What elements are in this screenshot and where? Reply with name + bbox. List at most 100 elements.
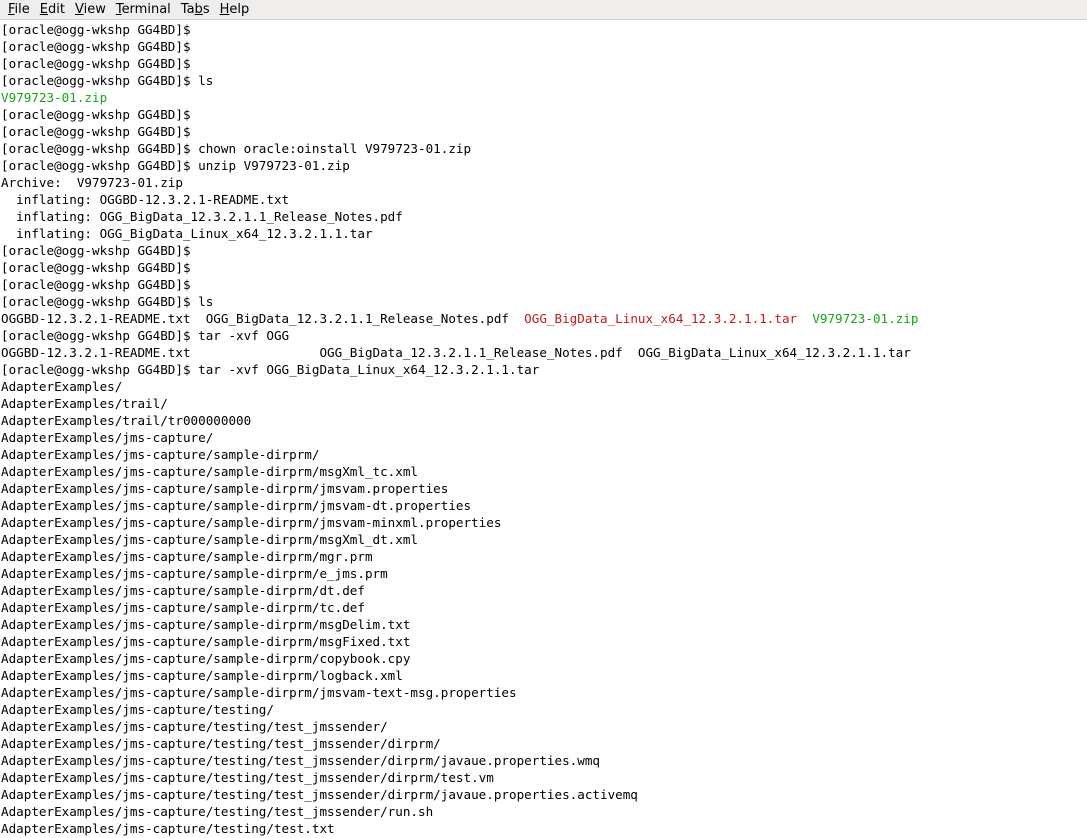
terminal-text: AdapterExamples/jms-capture/sample-dirpr… <box>1 549 373 564</box>
terminal-line: [oracle@ogg-wkshp GG4BD]$ <box>1 259 1087 276</box>
terminal-line: AdapterExamples/jms-capture/testing/test… <box>1 786 1087 803</box>
terminal-text: [oracle@ogg-wkshp GG4BD]$ ls <box>1 294 214 309</box>
terminal-line: AdapterExamples/jms-capture/sample-dirpr… <box>1 633 1087 650</box>
terminal-line: AdapterExamples/jms-capture/sample-dirpr… <box>1 480 1087 497</box>
terminal-line: AdapterExamples/jms-capture/testing/test… <box>1 735 1087 752</box>
menu-label-part: iew <box>83 1 106 17</box>
terminal-text: AdapterExamples/jms-capture/testing/test… <box>1 736 441 751</box>
menu-view[interactable]: View <box>70 1 111 19</box>
terminal-text: [oracle@ogg-wkshp GG4BD]$ <box>1 277 199 292</box>
terminal-line: AdapterExamples/jms-capture/sample-dirpr… <box>1 497 1087 514</box>
terminal-text: [oracle@ogg-wkshp GG4BD]$ <box>1 243 199 258</box>
terminal-text: AdapterExamples/trail/tr000000000 <box>1 413 252 428</box>
menu-label-part: ile <box>14 1 30 17</box>
terminal-line: AdapterExamples/jms-capture/sample-dirpr… <box>1 599 1087 616</box>
terminal-text: inflating: OGGBD-12.3.2.1-README.txt <box>1 192 290 207</box>
terminal-text: AdapterExamples/jms-capture/sample-dirpr… <box>1 634 411 649</box>
menu-label-part: elp <box>229 1 250 17</box>
terminal-text: AdapterExamples/jms-capture/testing/test… <box>1 787 638 802</box>
file-name: V979723-01.zip <box>1 90 108 105</box>
file-name: V979723-01.zip <box>812 311 919 326</box>
terminal-line: V979723-01.zip <box>1 89 1087 106</box>
terminal-text: AdapterExamples/jms-capture/testing/test… <box>1 770 494 785</box>
terminal-line: AdapterExamples/jms-capture/sample-dirpr… <box>1 531 1087 548</box>
terminal-line: AdapterExamples/jms-capture/sample-dirpr… <box>1 582 1087 599</box>
terminal-text: AdapterExamples/jms-capture/sample-dirpr… <box>1 668 403 683</box>
terminal-line: AdapterExamples/jms-capture/sample-dirpr… <box>1 463 1087 480</box>
terminal-text: AdapterExamples/jms-capture/testing/test… <box>1 804 434 819</box>
terminal-text: Archive: V979723-01.zip <box>1 175 183 190</box>
terminal-text: AdapterExamples/jms-capture/sample-dirpr… <box>1 583 365 598</box>
terminal-line: AdapterExamples/ <box>1 378 1087 395</box>
terminal-text: [oracle@ogg-wkshp GG4BD]$ <box>1 22 199 37</box>
terminal-text: inflating: OGG_BigData_Linux_x64_12.3.2.… <box>1 226 373 241</box>
terminal-text: AdapterExamples/jms-capture/sample-dirpr… <box>1 532 419 547</box>
terminal-text: [oracle@ogg-wkshp GG4BD]$ <box>1 56 199 71</box>
terminal-text: [oracle@ogg-wkshp GG4BD]$ chown oracle:o… <box>1 141 472 156</box>
terminal-text: AdapterExamples/jms-capture/sample-dirpr… <box>1 464 419 479</box>
terminal-text: AdapterExamples/jms-capture/sample-dirpr… <box>1 685 517 700</box>
terminal-line: AdapterExamples/jms-capture/sample-dirpr… <box>1 565 1087 582</box>
menu-edit[interactable]: Edit <box>35 1 70 19</box>
terminal-line: inflating: OGGBD-12.3.2.1-README.txt <box>1 191 1087 208</box>
terminal-text: AdapterExamples/ <box>1 379 123 394</box>
terminal-text: AdapterExamples/trail/ <box>1 396 168 411</box>
menu-terminal[interactable]: Terminal <box>111 1 176 19</box>
terminal-line: AdapterExamples/jms-capture/sample-dirpr… <box>1 548 1087 565</box>
terminal-line: AdapterExamples/jms-capture/testing/test… <box>1 752 1087 769</box>
terminal-line: [oracle@ogg-wkshp GG4BD]$ <box>1 21 1087 38</box>
terminal-text: [oracle@ogg-wkshp GG4BD]$ ls <box>1 73 214 88</box>
menu-label-part: erminal <box>121 1 171 17</box>
menu-help[interactable]: Help <box>215 1 255 19</box>
terminal-text: AdapterExamples/jms-capture/sample-dirpr… <box>1 447 320 462</box>
terminal-line: AdapterExamples/jms-capture/testing/test… <box>1 820 1087 837</box>
terminal-text: [oracle@ogg-wkshp GG4BD]$ tar -xvf OGG_B… <box>1 362 540 377</box>
terminal-line: Archive: V979723-01.zip <box>1 174 1087 191</box>
terminal-text: AdapterExamples/jms-capture/ <box>1 430 214 445</box>
terminal-line: [oracle@ogg-wkshp GG4BD]$ tar -xvf OGG_B… <box>1 361 1087 378</box>
terminal-line: AdapterExamples/jms-capture/sample-dirpr… <box>1 684 1087 701</box>
terminal-line: [oracle@ogg-wkshp GG4BD]$ <box>1 123 1087 140</box>
terminal-line: AdapterExamples/jms-capture/ <box>1 429 1087 446</box>
terminal-text: AdapterExamples/jms-capture/sample-dirpr… <box>1 600 365 615</box>
terminal-line: AdapterExamples/trail/tr000000000 <box>1 412 1087 429</box>
terminal-line: OGGBD-12.3.2.1-README.txt OGG_BigData_12… <box>1 310 1087 327</box>
terminal-text: AdapterExamples/jms-capture/sample-dirpr… <box>1 566 388 581</box>
terminal-text: OGGBD-12.3.2.1-README.txt OGG_BigData_12… <box>1 345 911 360</box>
menu-mnemonic: V <box>74 1 84 17</box>
terminal-line: AdapterExamples/jms-capture/testing/ <box>1 701 1087 718</box>
terminal-line: inflating: OGG_BigData_12.3.2.1.1_Releas… <box>1 208 1087 225</box>
terminal-line: AdapterExamples/jms-capture/testing/test… <box>1 803 1087 820</box>
terminal-text: AdapterExamples/jms-capture/testing/test… <box>1 753 600 768</box>
terminal-line: [oracle@ogg-wkshp GG4BD]$ ls <box>1 293 1087 310</box>
terminal-line: AdapterExamples/jms-capture/sample-dirpr… <box>1 514 1087 531</box>
menu-bar: File Edit View Terminal Tabs Help <box>0 0 1087 20</box>
terminal-line: [oracle@ogg-wkshp GG4BD]$ <box>1 106 1087 123</box>
terminal-line: [oracle@ogg-wkshp GG4BD]$ <box>1 242 1087 259</box>
terminal-text: AdapterExamples/jms-capture/sample-dirpr… <box>1 651 411 666</box>
terminal-line: AdapterExamples/jms-capture/sample-dirpr… <box>1 446 1087 463</box>
terminal-text: AdapterExamples/jms-capture/sample-dirpr… <box>1 498 472 513</box>
terminal-output[interactable]: [oracle@ogg-wkshp GG4BD]$ [oracle@ogg-wk… <box>1 21 1087 838</box>
terminal-line: [oracle@ogg-wkshp GG4BD]$ <box>1 38 1087 55</box>
terminal-text: inflating: OGG_BigData_12.3.2.1.1_Releas… <box>1 209 403 224</box>
terminal-text: AdapterExamples/jms-capture/sample-dirpr… <box>1 481 449 496</box>
menu-file[interactable]: File <box>3 1 35 19</box>
menu-label-part: s <box>202 1 210 17</box>
terminal-text: AdapterExamples/jms-capture/testing/test… <box>1 719 388 734</box>
terminal-text: [oracle@ogg-wkshp GG4BD]$ <box>1 107 199 122</box>
terminal-line: [oracle@ogg-wkshp GG4BD]$ ls <box>1 72 1087 89</box>
menu-mnemonic: b <box>194 1 203 17</box>
terminal-text: AdapterExamples/jms-capture/testing/ <box>1 702 274 717</box>
terminal-text: OGGBD-12.3.2.1-README.txt OGG_BigData_12… <box>1 311 525 326</box>
terminal-line: AdapterExamples/jms-capture/sample-dirpr… <box>1 616 1087 633</box>
terminal-line: OGGBD-12.3.2.1-README.txt OGG_BigData_12… <box>1 344 1087 361</box>
terminal-line: AdapterExamples/jms-capture/sample-dirpr… <box>1 667 1087 684</box>
terminal-line: AdapterExamples/jms-capture/testing/test… <box>1 718 1087 735</box>
terminal-window: File Edit View Terminal Tabs Help [oracle@ogg… <box>0 0 1087 838</box>
terminal-line: [oracle@ogg-wkshp GG4BD]$ <box>1 276 1087 293</box>
menu-tabs[interactable]: Tabs <box>176 1 215 19</box>
menu-label-part: dit <box>48 1 65 17</box>
terminal-text: AdapterExamples/jms-capture/sample-dirpr… <box>1 617 411 632</box>
